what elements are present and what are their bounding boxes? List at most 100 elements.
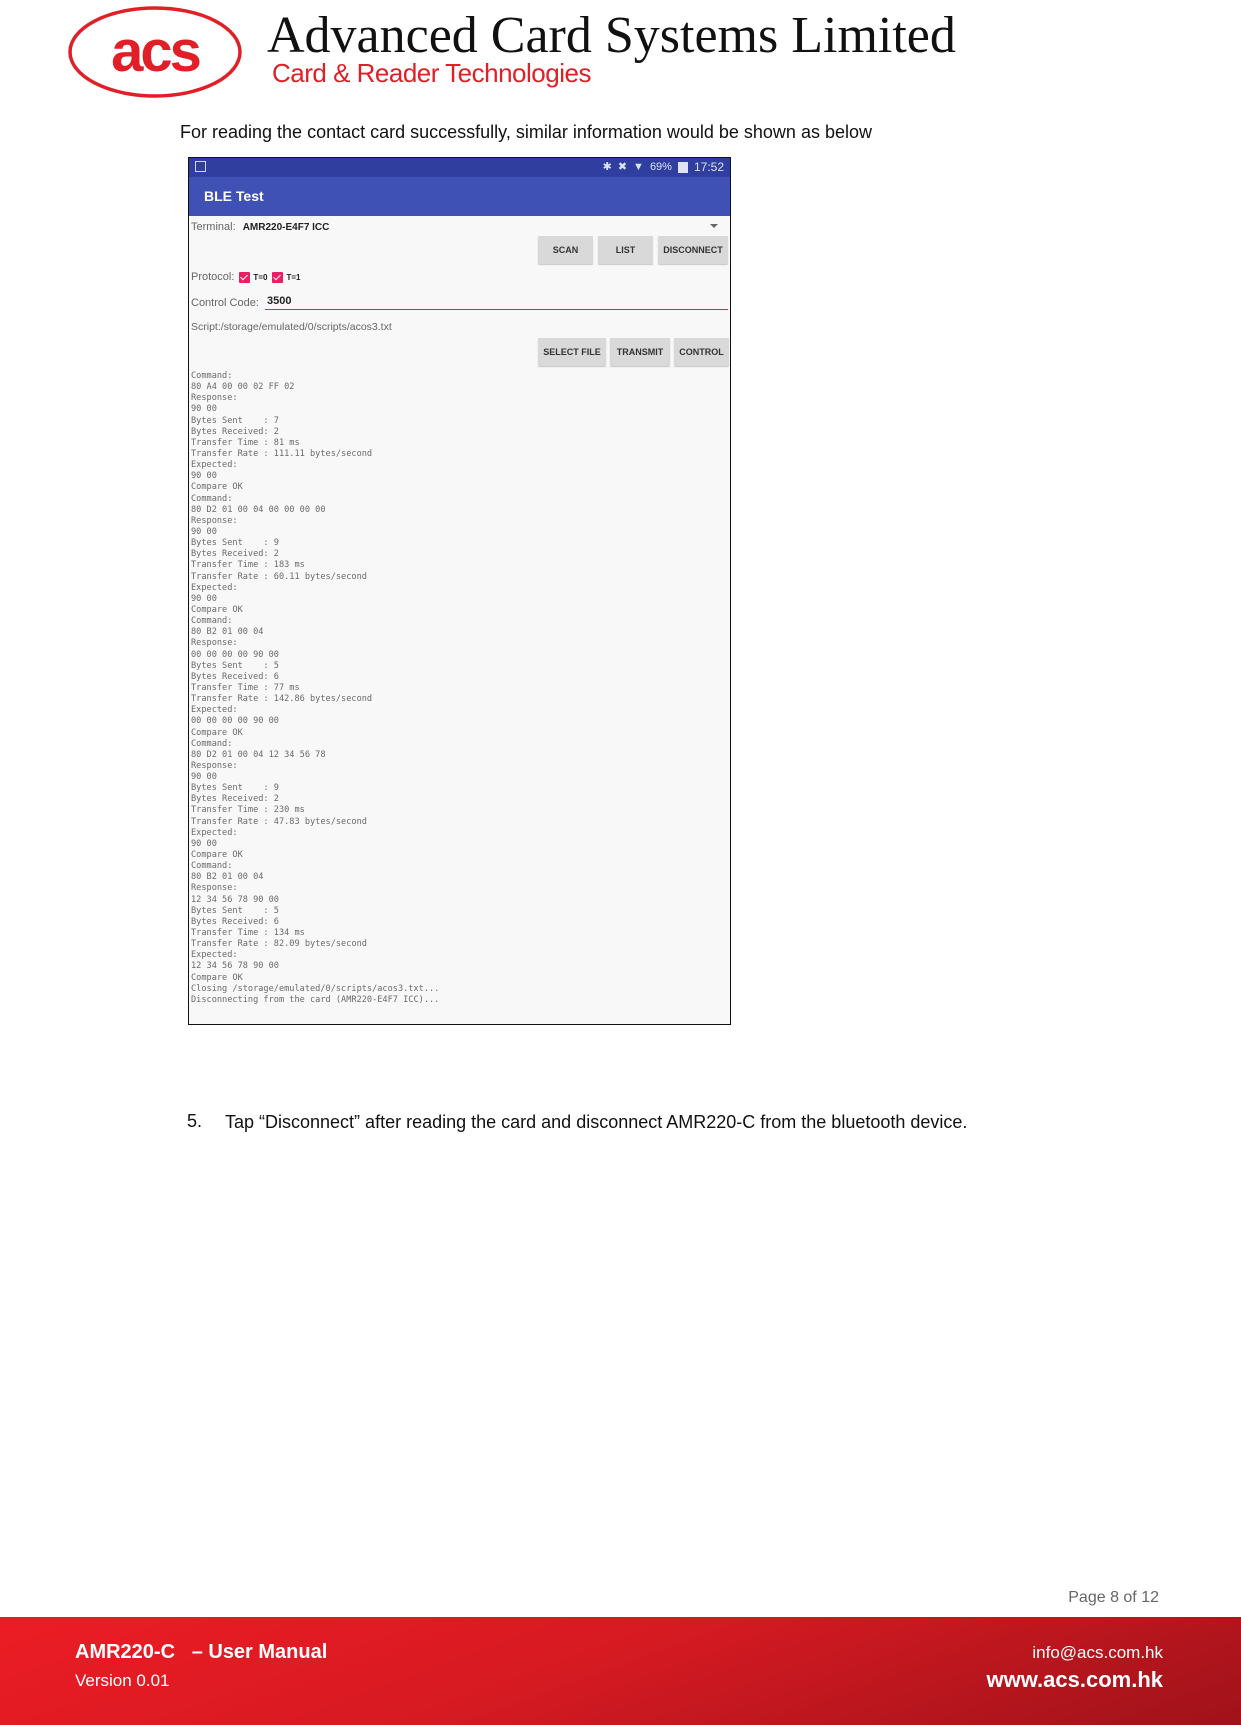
app-screenshot: ✱ ✖ ▼ 69% 17:52 BLE Test Terminal: AMR22…	[188, 157, 731, 1025]
log-line: Transfer Rate : 82.09 bytes/second	[191, 939, 367, 950]
log-line: Transfer Time : 230 ms	[191, 805, 305, 816]
log-line: 80 B2 01 00 04	[191, 627, 264, 638]
log-line: Expected:	[191, 460, 238, 471]
control-button[interactable]: CONTROL	[674, 338, 729, 366]
bluetooth-icon: ✱	[602, 161, 612, 173]
notification-image-icon	[195, 161, 206, 172]
app-title: BLE Test	[204, 188, 264, 204]
log-line: Expected:	[191, 827, 238, 838]
t0-label: T=0	[253, 272, 268, 282]
transmit-button[interactable]: TRANSMIT	[610, 338, 670, 366]
log-line: Response:	[191, 515, 238, 526]
step-text: Tap “Disconnect” after reading the card …	[225, 1112, 968, 1132]
log-line: Response:	[191, 760, 238, 771]
page-number: Page 8 of 12	[1068, 1589, 1159, 1606]
scan-button[interactable]: SCAN	[538, 236, 593, 264]
log-line: 80 D2 01 00 04 12 34 56 78	[191, 749, 326, 760]
terminal-label: Terminal:	[191, 221, 236, 233]
log-line: 12 34 56 78 90 00	[191, 894, 279, 905]
log-line: 80 B2 01 00 04	[191, 872, 264, 883]
t0-checkbox[interactable]	[239, 271, 251, 283]
status-time: 17:52	[693, 160, 724, 174]
log-line: 80 D2 01 00 04 00 00 00 00	[191, 504, 326, 515]
log-line: Transfer Rate : 111.11 bytes/second	[191, 448, 373, 459]
log-line: Response:	[191, 883, 238, 894]
log-line: Compare OK	[191, 972, 243, 983]
log-line: Transfer Time : 134 ms	[191, 928, 305, 939]
log-line: Transfer Time : 183 ms	[191, 560, 305, 571]
log-line: Command:	[191, 616, 233, 627]
website-link[interactable]: www.acs.com.hk	[987, 1667, 1163, 1693]
disconnect-button[interactable]: DISCONNECT	[658, 236, 728, 264]
log-line: Transfer Rate : 60.11 bytes/second	[191, 571, 367, 582]
log-line: Expected:	[191, 950, 238, 961]
log-line: Response:	[191, 393, 238, 404]
log-line: 90 00	[191, 471, 217, 482]
log-line: Transfer Rate : 47.83 bytes/second	[191, 816, 367, 827]
log-line: 90 00	[191, 838, 217, 849]
battery-icon	[677, 162, 688, 173]
battery-percent: 69%	[649, 161, 672, 173]
log-line: Bytes Received: 2	[191, 549, 279, 560]
log-line: Command:	[191, 861, 233, 872]
acs-logo-icon: acs	[68, 6, 242, 98]
select-file-button[interactable]: SELECT FILE	[538, 338, 606, 366]
log-line: Disconnecting from the card (AMR220-E4F7…	[191, 994, 440, 1005]
log-line: Bytes Received: 6	[191, 671, 279, 682]
log-line: Bytes Sent : 5	[191, 660, 279, 671]
status-bar: ✱ ✖ ▼ 69% 17:52	[189, 158, 730, 177]
log-line: Transfer Time : 81 ms	[191, 437, 300, 448]
version-label: Version 0.01	[75, 1671, 170, 1690]
log-line: Bytes Sent : 5	[191, 905, 279, 916]
log-line: Compare OK	[191, 604, 243, 615]
log-line: Compare OK	[191, 727, 243, 738]
intro-paragraph: For reading the contact card successfull…	[180, 122, 872, 142]
company-tagline: Card & Reader Technologies	[272, 58, 591, 88]
log-line: Command:	[191, 493, 233, 504]
log-line: Bytes Received: 2	[191, 426, 279, 437]
log-line: Bytes Sent : 9	[191, 783, 279, 794]
list-button[interactable]: LIST	[598, 236, 653, 264]
log-line: Command:	[191, 371, 233, 381]
dropdown-arrow-icon[interactable]	[710, 224, 718, 228]
log-line: Expected:	[191, 705, 238, 716]
logo-text: acs	[111, 19, 200, 84]
t1-checkbox[interactable]	[272, 271, 284, 283]
log-line: 90 00	[191, 404, 217, 415]
log-line: Bytes Received: 2	[191, 794, 279, 805]
log-line: Closing /storage/emulated/0/scripts/acos…	[191, 983, 440, 994]
log-line: Compare OK	[191, 850, 243, 861]
protocol-row: Protocol: T=0 T=1	[191, 271, 300, 283]
log-line: 00 00 00 00 90 00	[191, 716, 279, 727]
log-line: Command:	[191, 738, 233, 749]
email-link[interactable]: info@acs.com.hk	[1032, 1643, 1163, 1663]
log-line: Transfer Time : 77 ms	[191, 682, 300, 693]
wifi-icon: ▼	[633, 161, 644, 173]
log-line: Transfer Rate : 142.86 bytes/second	[191, 694, 373, 705]
manual-title: AMR220-C – User Manual	[75, 1641, 328, 1663]
step-number: 5.	[187, 1111, 203, 1131]
log-line: 00 00 00 00 90 00	[191, 649, 279, 660]
terminal-value: AMR220-E4F7 ICC	[242, 222, 330, 233]
app-bar: BLE Test	[189, 177, 730, 216]
acs-logo: acs	[66, 4, 244, 100]
log-line: Expected:	[191, 582, 238, 593]
log-output: Command: 80 A4 00 00 02 FF 02 Response: 90 …	[191, 371, 721, 1006]
terminal-select[interactable]: Terminal: AMR220-E4F7 ICC	[191, 221, 329, 233]
footer-band: AMR220-C – User Manual Version 0.01 info…	[0, 1617, 1241, 1725]
log-line: Response:	[191, 638, 238, 649]
log-line: 90 00	[191, 772, 217, 783]
log-line: Bytes Sent : 7	[191, 415, 279, 426]
log-line: Bytes Sent : 9	[191, 538, 279, 549]
log-line: Bytes Received: 6	[191, 916, 279, 927]
script-path: Script:/storage/emulated/0/scripts/acos3…	[191, 321, 392, 333]
log-line: 90 00	[191, 593, 217, 604]
control-code-input[interactable]: 3500	[265, 295, 728, 310]
mute-icon: ✖	[617, 161, 628, 173]
log-line: 12 34 56 78 90 00	[191, 961, 279, 972]
control-code-label: Control Code:	[191, 297, 259, 309]
protocol-label: Protocol:	[191, 271, 235, 283]
log-line: Compare OK	[191, 482, 243, 493]
log-line: 90 00	[191, 526, 217, 537]
log-line: 80 A4 00 00 02 FF 02	[191, 382, 295, 393]
